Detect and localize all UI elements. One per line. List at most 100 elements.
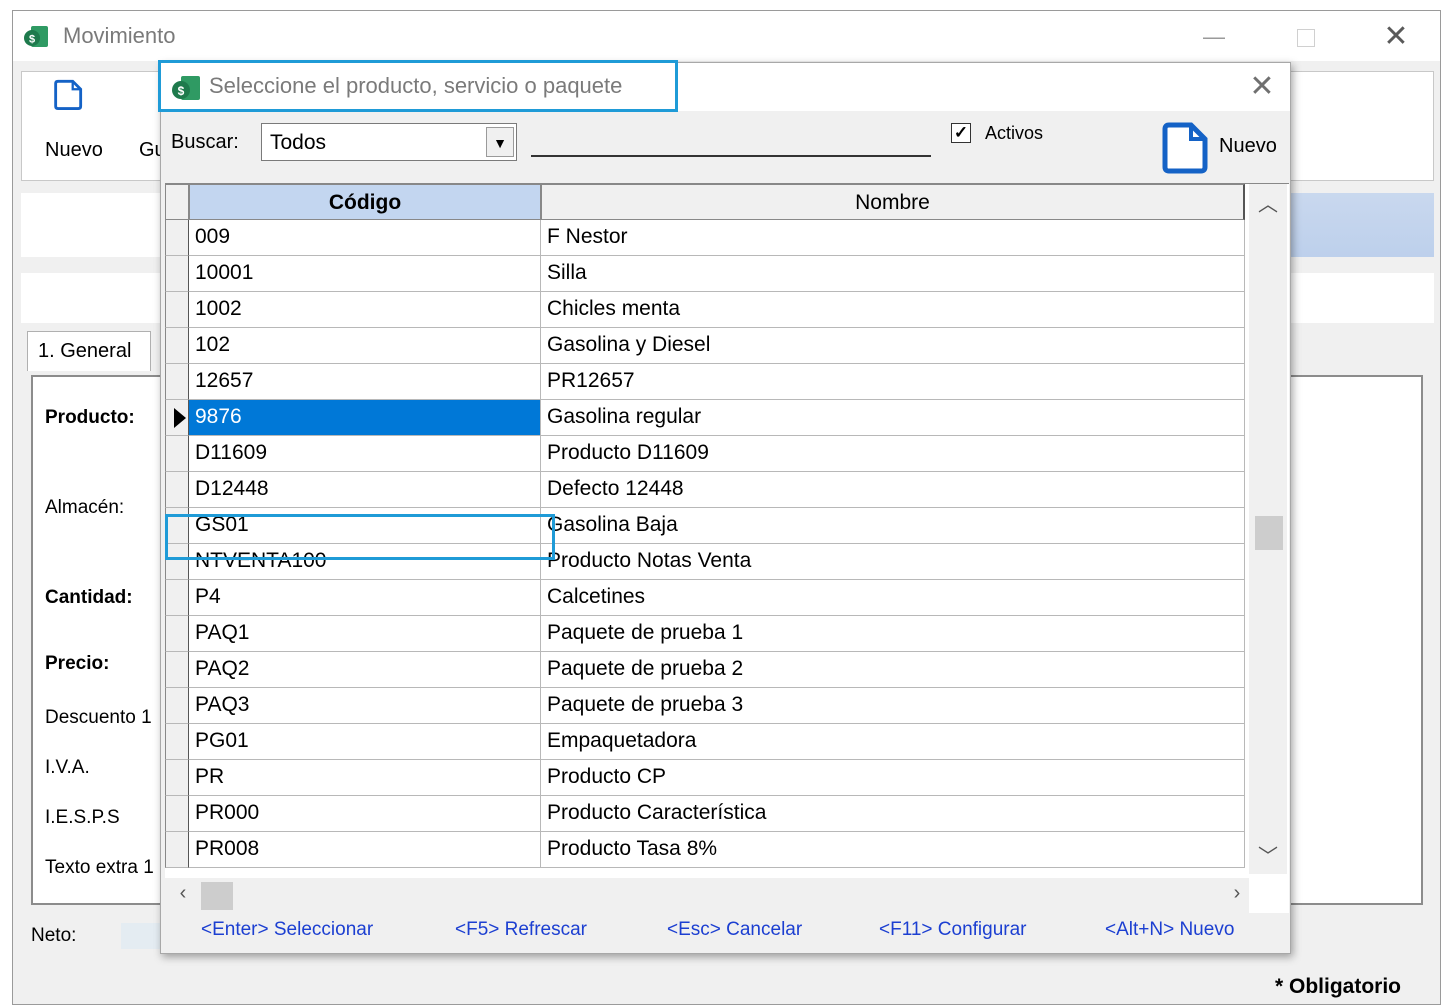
- scrollbar-thumb[interactable]: [201, 882, 233, 910]
- dropdown-arrow-icon[interactable]: ▼: [486, 127, 514, 157]
- table-row[interactable]: PR000 Producto Característica: [165, 796, 1245, 832]
- vertical-scrollbar[interactable]: ︿ ﹀: [1249, 184, 1287, 874]
- minimize-button[interactable]: —: [1191, 19, 1237, 55]
- table-row[interactable]: PG01 Empaquetadora: [165, 724, 1245, 760]
- row-indicator[interactable]: [165, 292, 189, 328]
- row-indicator[interactable]: [165, 364, 189, 400]
- row-indicator[interactable]: [165, 328, 189, 364]
- table-row[interactable]: D12448 Defecto 12448: [165, 472, 1245, 508]
- new-product-button[interactable]: Nuevo: [1161, 121, 1283, 175]
- dialog-close-button[interactable]: ✕: [1241, 67, 1283, 107]
- configure-link[interactable]: <F11> Configurar: [879, 919, 1027, 941]
- table-row[interactable]: 102 Gasolina y Diesel: [165, 328, 1245, 364]
- cell-codigo[interactable]: PG01: [189, 724, 541, 760]
- cell-nombre[interactable]: Calcetines: [541, 580, 1245, 616]
- cell-codigo[interactable]: P4: [189, 580, 541, 616]
- row-indicator[interactable]: [165, 436, 189, 472]
- cell-nombre[interactable]: Defecto 12448: [541, 472, 1245, 508]
- cell-codigo[interactable]: GS01: [189, 508, 541, 544]
- cell-nombre[interactable]: Producto D11609: [541, 436, 1245, 472]
- cell-nombre[interactable]: Producto Característica: [541, 796, 1245, 832]
- cell-nombre[interactable]: Paquete de prueba 3: [541, 688, 1245, 724]
- row-indicator[interactable]: [165, 832, 189, 868]
- checkbox-checked-icon[interactable]: ✓: [951, 123, 971, 143]
- table-row[interactable]: 1002 Chicles menta: [165, 292, 1245, 328]
- row-indicator[interactable]: [165, 544, 189, 580]
- row-indicator[interactable]: [165, 796, 189, 832]
- cell-nombre[interactable]: Paquete de prueba 1: [541, 616, 1245, 652]
- horizontal-scrollbar[interactable]: ‹ ›: [165, 878, 1249, 914]
- new-button-label[interactable]: Nuevo: [45, 139, 103, 162]
- cell-nombre[interactable]: Producto Tasa 8%: [541, 832, 1245, 868]
- cell-nombre[interactable]: Gasolina y Diesel: [541, 328, 1245, 364]
- cell-nombre[interactable]: Producto Notas Venta: [541, 544, 1245, 580]
- close-button[interactable]: ✕: [1373, 19, 1419, 55]
- table-row[interactable]: PAQ2 Paquete de prueba 2: [165, 652, 1245, 688]
- cell-codigo[interactable]: D11609: [189, 436, 541, 472]
- table-row[interactable]: D11609 Producto D11609: [165, 436, 1245, 472]
- table-row[interactable]: PR008 Producto Tasa 8%: [165, 832, 1245, 868]
- row-indicator[interactable]: [165, 220, 189, 256]
- row-indicator[interactable]: [165, 472, 189, 508]
- new-document-icon[interactable]: [41, 79, 101, 133]
- tab-general[interactable]: 1. General: [27, 331, 151, 371]
- cell-nombre[interactable]: Paquete de prueba 2: [541, 652, 1245, 688]
- cell-codigo[interactable]: 9876: [189, 400, 541, 436]
- table-row[interactable]: P4 Calcetines: [165, 580, 1245, 616]
- search-input[interactable]: [531, 125, 931, 157]
- table-row[interactable]: 009 F Nestor: [165, 220, 1245, 256]
- cell-nombre[interactable]: Gasolina regular: [541, 400, 1245, 436]
- row-indicator[interactable]: [165, 688, 189, 724]
- row-indicator[interactable]: [165, 652, 189, 688]
- cell-codigo[interactable]: PAQ1: [189, 616, 541, 652]
- row-indicator[interactable]: [165, 724, 189, 760]
- cell-nombre[interactable]: Gasolina Baja: [541, 508, 1245, 544]
- table-row[interactable]: PAQ1 Paquete de prueba 1: [165, 616, 1245, 652]
- row-indicator[interactable]: [165, 580, 189, 616]
- chevron-right-icon[interactable]: ›: [1225, 882, 1249, 910]
- cell-codigo[interactable]: PR008: [189, 832, 541, 868]
- cell-nombre[interactable]: Silla: [541, 256, 1245, 292]
- row-indicator[interactable]: [165, 256, 189, 292]
- row-indicator[interactable]: [165, 760, 189, 796]
- refresh-link[interactable]: <F5> Refrescar: [455, 919, 587, 941]
- cancel-link[interactable]: <Esc> Cancelar: [667, 919, 802, 941]
- cell-nombre[interactable]: Producto CP: [541, 760, 1245, 796]
- maximize-button[interactable]: [1283, 19, 1329, 55]
- table-row[interactable]: 9876 Gasolina regular: [165, 400, 1245, 436]
- chevron-down-icon[interactable]: ﹀: [1249, 840, 1287, 870]
- cell-codigo[interactable]: 102: [189, 328, 541, 364]
- cell-nombre[interactable]: PR12657: [541, 364, 1245, 400]
- cell-nombre[interactable]: F Nestor: [541, 220, 1245, 256]
- new-link[interactable]: <Alt+N> Nuevo: [1105, 919, 1234, 941]
- table-row[interactable]: 12657 PR12657: [165, 364, 1245, 400]
- table-row[interactable]: 10001 Silla: [165, 256, 1245, 292]
- cell-codigo[interactable]: PAQ3: [189, 688, 541, 724]
- row-indicator[interactable]: [165, 400, 189, 436]
- cell-codigo[interactable]: 12657: [189, 364, 541, 400]
- cell-codigo[interactable]: PAQ2: [189, 652, 541, 688]
- cell-codigo[interactable]: NTVENTA100: [189, 544, 541, 580]
- chevron-left-icon[interactable]: ‹: [169, 882, 197, 910]
- column-header-nombre[interactable]: Nombre: [541, 184, 1245, 220]
- table-row[interactable]: NTVENTA100 Producto Notas Venta: [165, 544, 1245, 580]
- chevron-up-icon[interactable]: ︿: [1249, 188, 1287, 218]
- cell-codigo[interactable]: 10001: [189, 256, 541, 292]
- table-row[interactable]: PR Producto CP: [165, 760, 1245, 796]
- cell-nombre[interactable]: Chicles menta: [541, 292, 1245, 328]
- activos-label[interactable]: Activos: [985, 123, 1043, 144]
- search-filter-select[interactable]: Todos ▼: [261, 123, 517, 161]
- table-row[interactable]: PAQ3 Paquete de prueba 3: [165, 688, 1245, 724]
- table-row[interactable]: GS01 Gasolina Baja: [165, 508, 1245, 544]
- cell-nombre[interactable]: Empaquetadora: [541, 724, 1245, 760]
- select-link[interactable]: <Enter> Seleccionar: [201, 919, 373, 941]
- column-header-codigo[interactable]: Código: [189, 184, 541, 220]
- cell-codigo[interactable]: 009: [189, 220, 541, 256]
- cell-codigo[interactable]: PR000: [189, 796, 541, 832]
- row-indicator[interactable]: [165, 616, 189, 652]
- cell-codigo[interactable]: PR: [189, 760, 541, 796]
- cell-codigo[interactable]: 1002: [189, 292, 541, 328]
- row-indicator[interactable]: [165, 508, 189, 544]
- cell-codigo[interactable]: D12448: [189, 472, 541, 508]
- scrollbar-thumb[interactable]: [1255, 516, 1283, 550]
